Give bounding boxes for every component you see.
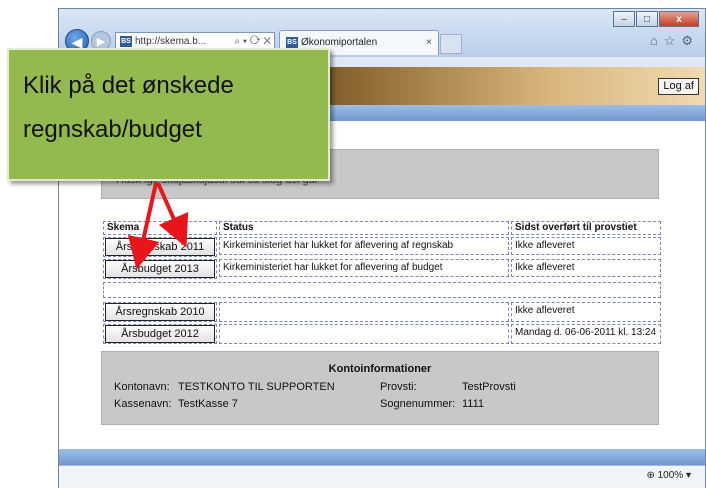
arsbudget-2012-button[interactable]: Årsbudget 2012 [105,325,215,343]
kassenavn-value: TestKasse 7 [178,398,238,410]
col-header-status: Status [219,221,509,235]
home-icon[interactable]: ⌂ [650,33,664,48]
status-cell [219,324,509,344]
provsti-value: TestProvsti [462,381,516,393]
tab-close-icon[interactable]: × [426,31,432,55]
callout-line-2: regnskab/budget [23,116,202,143]
minimize-button[interactable]: – [613,11,635,27]
col-header-sent: Sidst overført til provstiet [511,221,661,235]
settings-gear-icon[interactable]: ⚙ [681,33,699,48]
account-info-box: Kontoinformationer Kontonavn: TESTKONTO … [101,351,659,425]
kassenavn-label: Kassenavn: [114,398,172,410]
instruction-callout: Klik på det ønskede regnskab/budget [7,48,330,181]
kontonavn-label: Kontonavn: [114,381,170,393]
callout-text: Klik på det ønskede regnskab/budget [23,64,323,152]
provsti-label: Provsti: [380,381,417,393]
zoom-icon: ⊕ [646,470,655,481]
account-info-title: Kontoinformationer [328,363,432,375]
sent-cell: Ikke afleveret [511,259,661,277]
table-spacer-row [103,282,661,298]
kontonavn-value: TESTKONTO TIL SUPPORTEN [178,381,335,393]
tab-favicon-icon: BS [286,36,298,48]
favorites-star-icon[interactable]: ☆ [664,33,682,48]
sognenummer-label: Sognenummer: [380,398,456,410]
callout-line-1: Klik på det ønskede [23,72,234,99]
toolbar-icons[interactable]: ⌂☆⚙ [650,33,699,49]
footer-bar [59,449,705,465]
site-favicon-icon: BS [120,35,132,47]
arsregnskab-2010-button[interactable]: Årsregnskab 2010 [105,303,215,321]
zoom-level: 100% [657,470,684,481]
sent-cell: Ikke afleveret [511,302,661,322]
new-tab-button[interactable] [440,34,462,54]
tab-title: Økonomiportalen [301,37,378,48]
sognenummer-value: 1111 [462,398,485,410]
arsbudget-2013-button[interactable]: Årsbudget 2013 [105,260,215,278]
zoom-control[interactable]: ⊕ 100% ▾ [646,470,691,481]
status-cell [219,302,509,322]
arsregnskab-2011-button[interactable]: Årsregnskab 2011 [105,238,215,256]
window-controls: – □ x [612,11,699,27]
sent-cell: Mandag d. 06-06-2011 kl. 13:24 [511,324,661,344]
sent-cell: Ikke afleveret [511,237,661,255]
status-cell: Kirkeministeriet har lukket for afleveri… [219,259,509,277]
col-header-skema: Skema [103,221,217,235]
status-cell: Kirkeministeriet har lukket for afleveri… [219,237,509,255]
logout-button[interactable]: Log af [658,78,699,95]
address-text: http://skema.b... [135,36,207,47]
maximize-button[interactable]: □ [636,11,658,27]
status-bar: ⊕ 100% ▾ [59,465,705,488]
close-window-button[interactable]: x [659,11,699,27]
